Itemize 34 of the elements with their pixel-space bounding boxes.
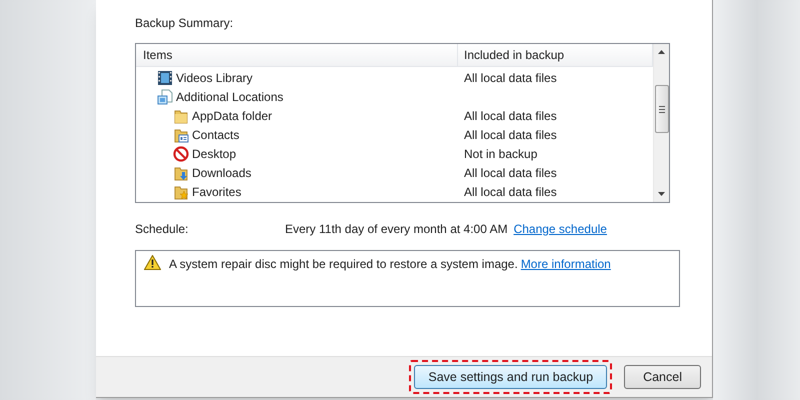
change-schedule-link[interactable]: Change schedule xyxy=(514,220,607,238)
table-cell: All local data files xyxy=(464,108,557,122)
folder-contacts-icon xyxy=(173,126,189,142)
folder-download-icon xyxy=(173,164,189,180)
section-label: Backup Summary: xyxy=(135,16,234,30)
table-cell: All local data files xyxy=(464,166,557,180)
folder-icon xyxy=(173,108,189,124)
table-cell: All local data files xyxy=(464,184,557,198)
scrollbar[interactable] xyxy=(653,44,669,202)
schedule-value: Every 11th day of every month at 4:00 AM xyxy=(285,221,508,238)
tree-item[interactable]: Additional Locations xyxy=(176,88,284,106)
dialog-button[interactable]: Save settings and run backup xyxy=(414,365,608,389)
scroll-up-icon[interactable] xyxy=(658,50,665,54)
document-stack-icon xyxy=(157,88,173,104)
schedule-label: Schedule: xyxy=(135,221,190,238)
tree-item[interactable]: Desktop xyxy=(192,144,236,162)
tree-item[interactable]: AppData folder xyxy=(192,106,272,124)
scroll-down-icon[interactable] xyxy=(658,192,665,196)
tree-item[interactable]: Videos Library xyxy=(176,68,252,86)
table-cell: All local data files xyxy=(464,70,557,84)
more-information-link[interactable]: More information xyxy=(520,257,611,271)
no-entry-icon xyxy=(173,146,189,162)
tree-item[interactable]: Favorites xyxy=(192,182,242,200)
film-icon xyxy=(157,70,173,86)
tree-item[interactable]: Contacts xyxy=(192,126,240,144)
warning-icon xyxy=(144,255,161,270)
column-header[interactable]: Items xyxy=(136,44,458,66)
dialog-button[interactable]: Cancel xyxy=(624,365,701,389)
table-cell: All local data files xyxy=(464,128,557,142)
folder-star-icon xyxy=(173,184,189,200)
tree-item[interactable]: Downloads xyxy=(192,164,252,182)
warning-message: A system repair disc might be required to restore a system image. xyxy=(169,257,518,271)
scrollbar-thumb[interactable] xyxy=(654,85,668,133)
table-cell: Not in backup xyxy=(464,146,538,160)
